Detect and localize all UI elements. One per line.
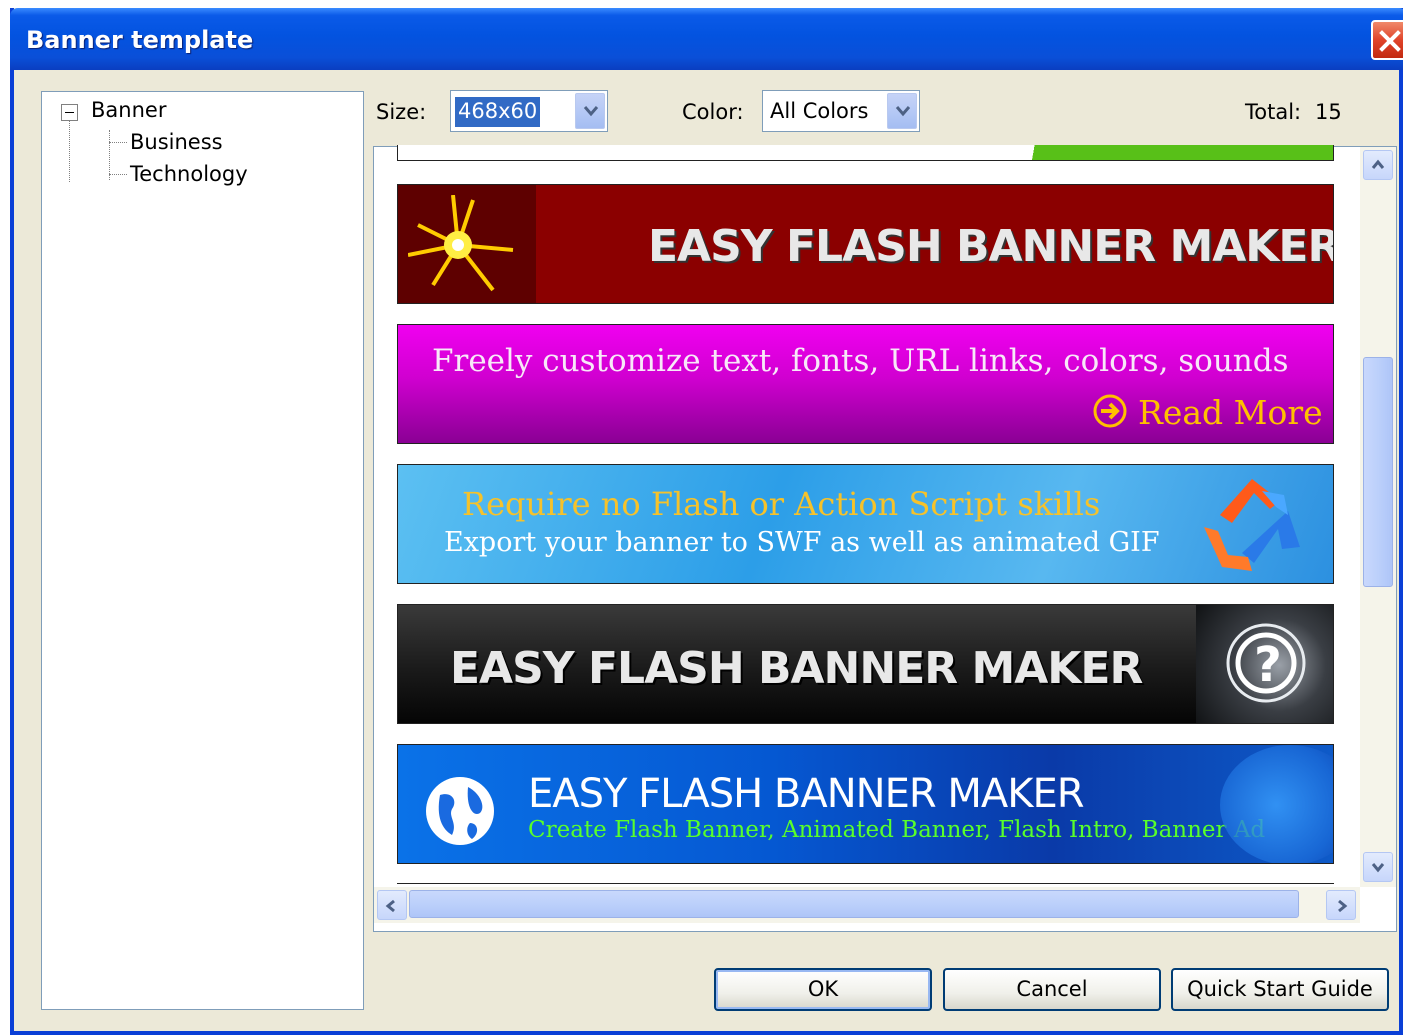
starburst-icon <box>408 195 514 292</box>
globe-icon <box>426 777 494 845</box>
banner-globe-subtext: Create Flash Banner, Animated Banner, Fl… <box>528 817 1266 843</box>
banner-template-dialog: Banner template Banner Business Technolo… <box>10 8 1403 1035</box>
ok-button[interactable]: OK <box>714 968 932 1011</box>
total-value: 15 <box>1315 100 1342 124</box>
vertical-scroll-thumb[interactable] <box>1363 357 1393 587</box>
scroll-left-button[interactable] <box>377 890 407 920</box>
scroll-up-icon <box>1371 159 1385 169</box>
vertical-scrollbar[interactable] <box>1360 147 1396 887</box>
color-label: Color: <box>682 100 744 124</box>
horizontal-scroll-thumb[interactable] <box>409 890 1299 918</box>
scroll-up-button[interactable] <box>1363 150 1393 180</box>
scroll-down-icon <box>1371 863 1385 873</box>
size-label: Size: <box>376 100 427 124</box>
category-tree: Banner Business Technology <box>41 91 364 1010</box>
tree-item-banner[interactable]: Banner <box>91 98 166 122</box>
close-button[interactable] <box>1371 20 1403 60</box>
scroll-right-icon <box>1338 899 1348 913</box>
scroll-right-button[interactable] <box>1326 890 1356 920</box>
close-icon <box>1379 30 1401 52</box>
banner-black-title: EASY FLASH BANNER MAKER <box>450 643 1143 694</box>
banner-globe-title: EASY FLASH BANNER MAKER <box>528 771 1085 817</box>
quick-start-guide-button[interactable]: Quick Start Guide <box>1171 968 1389 1011</box>
read-more-link[interactable]: Read More <box>1138 393 1323 432</box>
banner-template-blue-recycle[interactable]: Require no Flash or Action Script skills… <box>397 464 1334 584</box>
template-list: EASY FLASH BANNER MAKER Freely customize… <box>373 145 1397 932</box>
size-select[interactable]: 468x60 <box>450 90 608 132</box>
title-bar[interactable]: Banner template <box>10 8 1403 70</box>
color-select-value: All Colors <box>770 99 869 123</box>
banner-magenta-text: Freely customize text, fonts, URL links,… <box>432 343 1289 379</box>
banner-red-title: EASY FLASH BANNER MAKER <box>648 221 1334 272</box>
dropdown-arrow-icon[interactable] <box>575 93 605 129</box>
dropdown-arrow-icon[interactable] <box>887 93 917 129</box>
arrow-circle-icon <box>1093 394 1127 428</box>
size-select-value: 468x60 <box>455 97 541 127</box>
banner-blue-headline: Require no Flash or Action Script skills <box>462 485 1101 523</box>
scroll-down-button[interactable] <box>1363 852 1393 882</box>
tree-line <box>109 130 110 180</box>
window-title: Banner template <box>26 26 254 54</box>
banner-template-magenta[interactable]: Freely customize text, fonts, URL links,… <box>397 324 1334 444</box>
cancel-button[interactable]: Cancel <box>943 968 1161 1011</box>
recycle-icon <box>1204 479 1300 571</box>
total-label: Total: <box>1245 100 1302 124</box>
banner-template-red[interactable]: EASY FLASH BANNER MAKER <box>397 184 1334 304</box>
tree-line <box>109 142 127 143</box>
collapse-icon[interactable] <box>61 104 78 121</box>
tree-item-technology[interactable]: Technology <box>130 162 248 186</box>
banner-partial-top[interactable] <box>397 145 1334 161</box>
tree-line <box>109 174 127 175</box>
banner-template-black[interactable]: EASY FLASH BANNER MAKER ? <box>397 604 1334 724</box>
tree-line <box>69 116 70 182</box>
banner-template-blue-globe[interactable]: EASY FLASH BANNER MAKER Create Flash Ban… <box>397 744 1334 864</box>
tree-item-business[interactable]: Business <box>130 130 223 154</box>
question-mark-icon: ? <box>1226 623 1306 703</box>
banner-blue-subtext: Export your banner to SWF as well as ani… <box>444 527 1160 558</box>
horizontal-scrollbar[interactable] <box>374 887 1360 923</box>
color-select[interactable]: All Colors <box>762 90 920 132</box>
scroll-left-icon <box>385 899 395 913</box>
svg-text:?: ? <box>1254 637 1282 693</box>
